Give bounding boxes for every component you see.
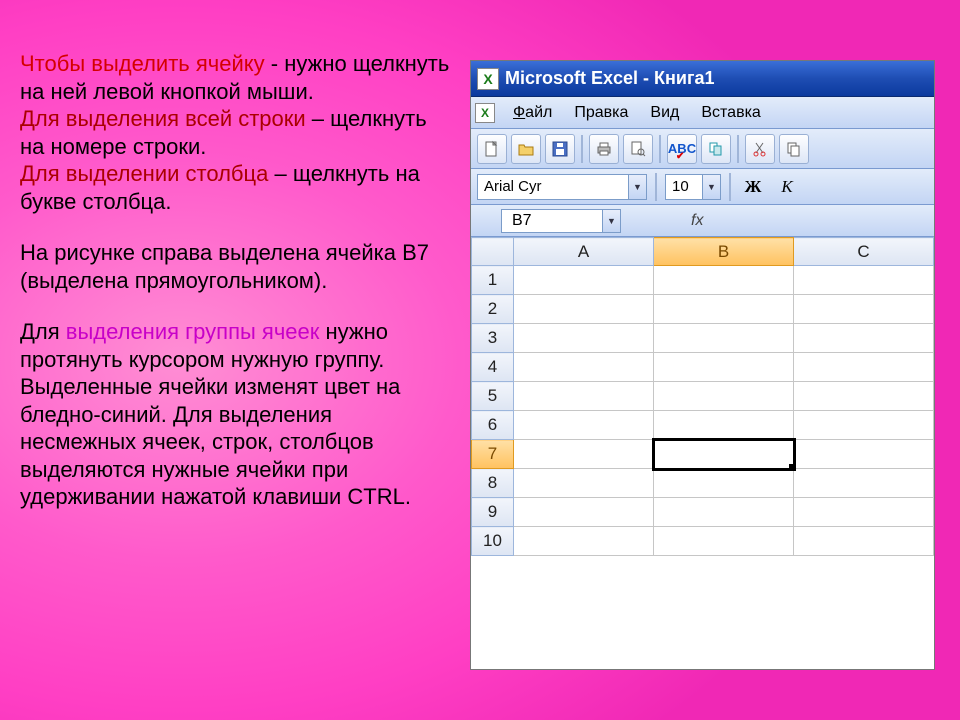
cell[interactable] (794, 411, 934, 440)
format-toolbar: Arial Cyr ▼ 10 ▼ Ж К (471, 169, 934, 205)
row-header[interactable]: 2 (472, 295, 514, 324)
menu-view[interactable]: Вид (640, 101, 689, 125)
cell[interactable] (654, 353, 794, 382)
font-size: 10 (672, 178, 689, 195)
menu-label: айл (525, 104, 552, 121)
toolbar-separator (581, 135, 583, 163)
cell[interactable] (514, 411, 654, 440)
cell[interactable] (794, 295, 934, 324)
save-button[interactable] (545, 134, 575, 164)
column-header-a[interactable]: A (514, 238, 654, 266)
cell[interactable] (654, 295, 794, 324)
spellcheck-button[interactable]: ABC✔ (667, 134, 697, 164)
row-header[interactable]: 8 (472, 469, 514, 498)
cell[interactable] (654, 498, 794, 527)
research-button[interactable] (701, 134, 731, 164)
cell[interactable] (654, 382, 794, 411)
cell[interactable] (514, 295, 654, 324)
cell-selected[interactable] (654, 440, 794, 469)
cell[interactable] (794, 266, 934, 295)
window-title: Microsoft Excel - Книга1 (505, 68, 714, 89)
column-header-b[interactable]: B (654, 238, 794, 266)
row-header[interactable]: 10 (472, 527, 514, 556)
cell[interactable] (514, 324, 654, 353)
toolbar-separator (737, 135, 739, 163)
dropdown-arrow-icon[interactable]: ▼ (602, 210, 620, 232)
cell[interactable] (514, 353, 654, 382)
text-segment: На рисунке справа выделена ячейка В7 (вы… (20, 239, 450, 294)
excel-app-icon: X (477, 68, 499, 90)
print-preview-button[interactable] (623, 134, 653, 164)
row-header[interactable]: 4 (472, 353, 514, 382)
row-header[interactable]: 5 (472, 382, 514, 411)
fx-icon[interactable]: fx (691, 212, 703, 230)
font-name: Arial Cyr (484, 178, 542, 195)
size-select[interactable]: 10 ▼ (665, 174, 721, 200)
cell[interactable] (514, 498, 654, 527)
spreadsheet-grid: A B C 1 2 3 4 5 6 7 8 9 10 (471, 237, 934, 556)
cell[interactable] (654, 527, 794, 556)
row-header[interactable]: 3 (472, 324, 514, 353)
cell[interactable] (794, 469, 934, 498)
open-button[interactable] (511, 134, 541, 164)
document-icon[interactable]: X (475, 103, 495, 123)
menu-file[interactable]: Файл (503, 101, 562, 125)
copy-button[interactable] (779, 134, 809, 164)
select-all-corner[interactable] (472, 238, 514, 266)
formula-bar: B7 ▼ fx (471, 205, 934, 237)
menu-label: Вставка (701, 104, 760, 121)
row-header[interactable]: 9 (472, 498, 514, 527)
cut-button[interactable] (745, 134, 775, 164)
new-button[interactable] (477, 134, 507, 164)
cell[interactable] (794, 324, 934, 353)
font-select[interactable]: Arial Cyr ▼ (477, 174, 647, 200)
text-segment: Чтобы выделить ячейку (20, 51, 265, 76)
cell[interactable] (794, 498, 934, 527)
fill-handle[interactable] (789, 464, 796, 471)
cell[interactable] (794, 440, 934, 469)
cell[interactable] (514, 440, 654, 469)
cell[interactable] (654, 324, 794, 353)
menu-edit[interactable]: Правка (564, 101, 638, 125)
name-box-value: B7 (512, 212, 532, 230)
cell[interactable] (514, 266, 654, 295)
italic-button[interactable]: К (773, 174, 801, 200)
menu-insert[interactable]: Вставка (691, 101, 770, 125)
row-header[interactable]: 1 (472, 266, 514, 295)
cell[interactable] (794, 353, 934, 382)
instruction-text: Чтобы выделить ячейку - нужно щелкнуть н… (20, 50, 450, 535)
standard-toolbar: ABC✔ (471, 129, 934, 169)
cell[interactable] (794, 527, 934, 556)
text-segment: выделения группы ячеек (66, 319, 320, 344)
excel-window: X Microsoft Excel - Книга1 X Файл Правка… (470, 60, 935, 670)
cell[interactable] (654, 469, 794, 498)
cell[interactable] (654, 266, 794, 295)
menu-label: Правка (574, 104, 628, 121)
dropdown-arrow-icon[interactable]: ▼ (628, 175, 646, 199)
toolbar-separator (659, 135, 661, 163)
dropdown-arrow-icon[interactable]: ▼ (702, 175, 720, 199)
text-segment: Для (20, 319, 66, 344)
print-button[interactable] (589, 134, 619, 164)
row-header[interactable]: 7 (472, 440, 514, 469)
row-header[interactable]: 6 (472, 411, 514, 440)
title-bar[interactable]: X Microsoft Excel - Книга1 (471, 61, 934, 97)
text-segment: Для выделении столбца (20, 161, 268, 186)
bold-button[interactable]: Ж (739, 174, 767, 200)
menu-label: Вид (650, 104, 679, 121)
column-header-c[interactable]: C (794, 238, 934, 266)
name-box[interactable]: B7 ▼ (501, 209, 621, 233)
text-segment: нужно протянуть курсором нужную группу. … (20, 319, 411, 509)
toolbar-separator (729, 173, 731, 201)
cell[interactable] (514, 382, 654, 411)
cell[interactable] (794, 382, 934, 411)
cell[interactable] (514, 469, 654, 498)
toolbar-separator (655, 173, 657, 201)
menu-bar: X Файл Правка Вид Вставка (471, 97, 934, 129)
text-segment: Для выделения всей строки (20, 106, 306, 131)
cell[interactable] (514, 527, 654, 556)
cell[interactable] (654, 411, 794, 440)
